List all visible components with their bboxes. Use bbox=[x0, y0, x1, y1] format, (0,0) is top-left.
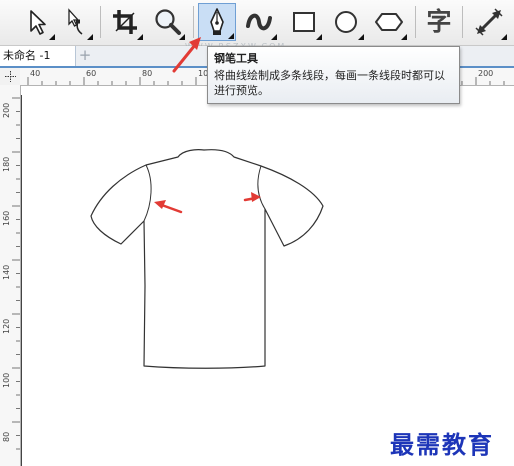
flyout-indicator bbox=[501, 34, 507, 40]
coreldraw-window: 字 WWW.RSZXW.COM 未命名 -1 + bbox=[0, 0, 514, 466]
ellipse-icon bbox=[335, 11, 357, 33]
node-edit-icon bbox=[68, 8, 83, 35]
flyout-indicator bbox=[228, 33, 234, 39]
ruler-origin[interactable] bbox=[0, 68, 21, 86]
flyout-indicator bbox=[358, 34, 364, 40]
zoom-tool-button[interactable] bbox=[148, 3, 186, 41]
origin-crosshair-icon bbox=[4, 71, 16, 82]
ruler-label: 100 bbox=[2, 373, 11, 388]
ruler-label: 160 bbox=[2, 211, 11, 226]
pen-tool-button[interactable] bbox=[198, 3, 236, 41]
flyout-indicator bbox=[401, 34, 407, 40]
ruler-label: 140 bbox=[2, 265, 11, 280]
ruler-label: 60 bbox=[86, 69, 96, 78]
tooltip-title: 钢笔工具 bbox=[214, 52, 258, 65]
pen-tool-tooltip: 钢笔工具 将曲线绘制成多条线段，每画一条线段时都可以进行预览。 bbox=[207, 46, 460, 104]
ruler-label: 200 bbox=[478, 69, 493, 78]
text-glyph-icon: 字 bbox=[426, 7, 452, 36]
toolbar-separator bbox=[462, 6, 463, 38]
canvas-drawing bbox=[90, 149, 324, 369]
artistic-media-tool-button[interactable] bbox=[240, 3, 278, 41]
document-tab[interactable]: 未命名 -1 bbox=[0, 46, 76, 66]
ruler-label: 40 bbox=[30, 69, 40, 78]
flyout-indicator bbox=[137, 34, 143, 40]
flyout-indicator bbox=[49, 34, 55, 40]
toolbar-separator bbox=[193, 6, 194, 38]
crop-tool-button[interactable] bbox=[106, 3, 144, 41]
tooltip-body: 将曲线绘制成多条线段，每画一条线段时都可以进行预览。 bbox=[214, 69, 445, 97]
vertical-ruler[interactable]: 200 180 160 140 120 100 80 bbox=[0, 85, 21, 466]
shape-tool-button[interactable] bbox=[56, 3, 94, 41]
magnifier-icon bbox=[155, 9, 181, 35]
hexagon-icon bbox=[375, 13, 403, 31]
brand-watermark: 最需教育 bbox=[390, 430, 494, 459]
rectangle-tool-button[interactable] bbox=[285, 3, 323, 41]
flyout-indicator bbox=[179, 34, 185, 40]
ruler-label: 180 bbox=[2, 157, 11, 172]
rectangle-icon bbox=[293, 12, 315, 32]
text-tool-button[interactable]: 字 bbox=[420, 3, 458, 41]
curve-stroke-icon bbox=[246, 13, 272, 31]
toolbox: 字 bbox=[0, 0, 514, 46]
flyout-indicator bbox=[271, 34, 277, 40]
pick-tool-button[interactable] bbox=[18, 3, 56, 41]
toolbar-separator bbox=[100, 6, 101, 38]
flyout-indicator bbox=[87, 34, 93, 40]
dimension-tool-button[interactable] bbox=[470, 3, 508, 41]
crop-icon bbox=[113, 10, 137, 34]
dimension-arrow-icon bbox=[475, 8, 503, 36]
polygon-tool-button[interactable] bbox=[370, 3, 408, 41]
ellipse-tool-button[interactable] bbox=[327, 3, 365, 41]
flyout-indicator bbox=[316, 34, 322, 40]
arrow-cursor-icon bbox=[30, 10, 46, 35]
t-shirt-outline[interactable] bbox=[90, 149, 324, 369]
add-document-button[interactable]: + bbox=[77, 48, 93, 63]
toolbar-separator bbox=[415, 6, 416, 38]
vertical-ruler-ticks: 200 180 160 140 120 100 80 bbox=[2, 97, 20, 450]
ruler-label: 120 bbox=[2, 319, 11, 334]
ruler-label: 80 bbox=[2, 432, 11, 442]
ruler-label: 200 bbox=[2, 103, 11, 118]
drawing-canvas[interactable] bbox=[21, 86, 514, 466]
ruler-label: 80 bbox=[142, 69, 152, 78]
